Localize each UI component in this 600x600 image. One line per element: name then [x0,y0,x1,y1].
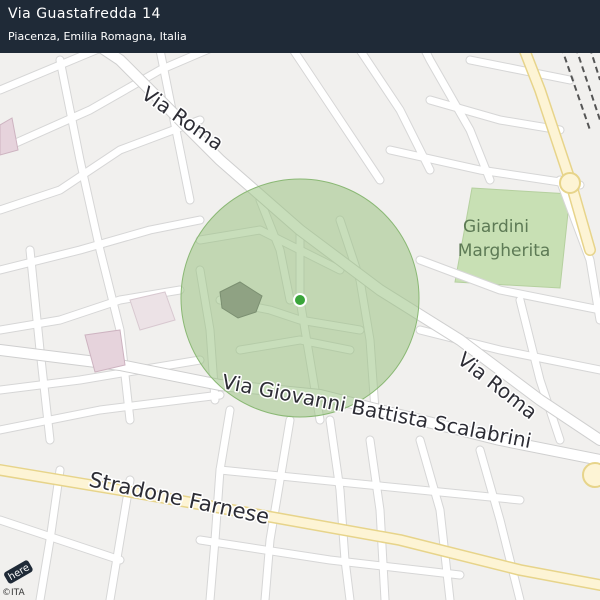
map[interactable]: Giardini Margherita Via Roma Via Roma Vi… [0,0,600,600]
park-label-line2: Margherita [458,241,551,261]
park-giardini-margherita[interactable] [454,187,571,289]
address-subtitle: Piacenza, Emilia Romagna, Italia [8,30,187,43]
copyright-text: ©ITA [2,588,25,598]
park-label-line1: Giardini [463,217,529,237]
header-bar: Via Guastafredda 14 Piacenza, Emilia Rom… [0,0,600,53]
address-title: Via Guastafredda 14 [8,6,161,22]
location-marker-dot [295,295,305,305]
